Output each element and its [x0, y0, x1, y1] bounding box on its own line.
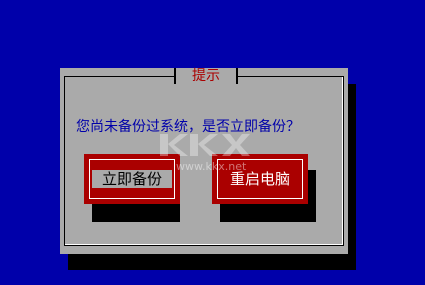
reboot-computer-button[interactable]: 重启电脑: [212, 154, 308, 204]
backup-button-label: 立即备份: [91, 170, 172, 188]
dialog-title: 提示: [174, 68, 238, 84]
backup-prompt-dialog: 提示 您尚未备份过系统，是否立即备份？ 立即备份 重启电脑: [60, 68, 348, 254]
dialog-message: 您尚未备份过系统，是否立即备份？: [76, 119, 300, 135]
backup-now-button[interactable]: 立即备份: [84, 154, 180, 204]
reboot-button-label: 重启电脑: [229, 170, 290, 188]
